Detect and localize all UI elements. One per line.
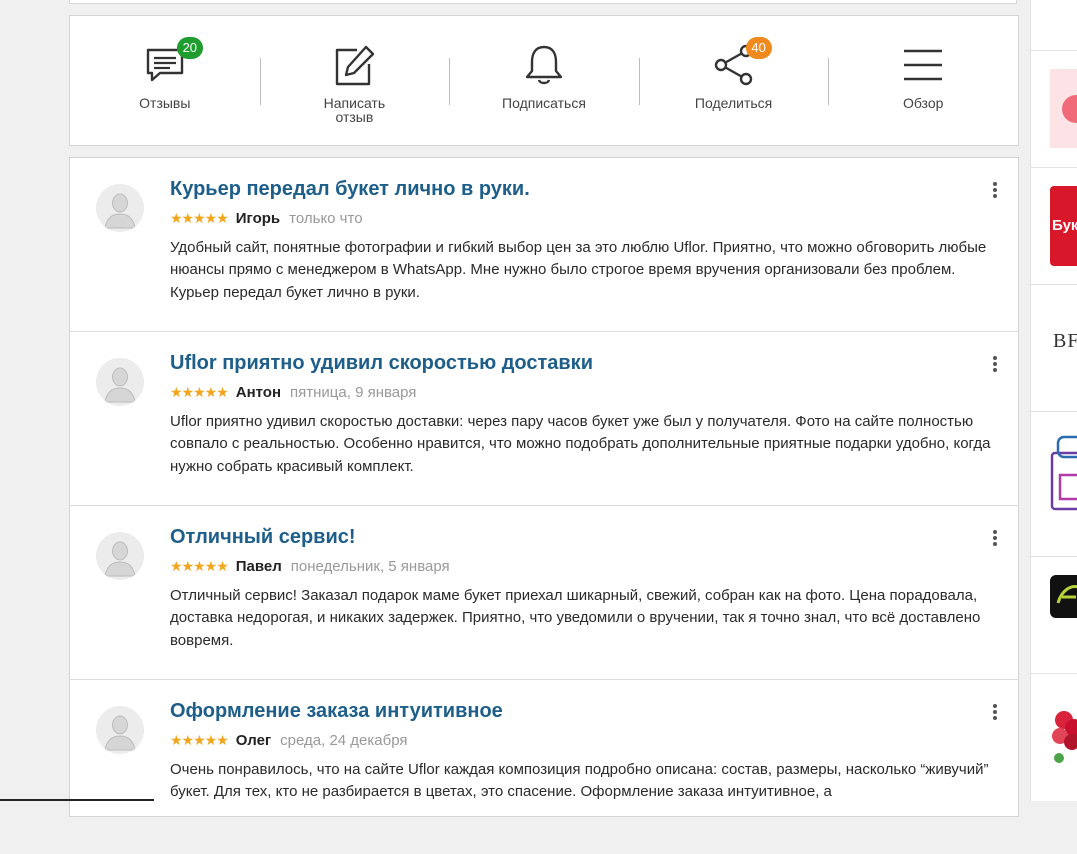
reviews-tab-label: Отзывы [139,95,191,111]
review-author: Павел [235,558,282,575]
sidebar-thumb-4[interactable] [1050,433,1077,513]
sidebar-thumb-6[interactable] [1050,694,1077,769]
overview-label: Обзор [902,95,944,111]
previous-panel-edge [69,0,1017,4]
user-avatar-icon [96,706,144,754]
more-options-icon[interactable] [990,182,1000,200]
review-author: Антон [235,384,282,401]
rating-stars: ★★★★★ [170,384,229,400]
sidebar-divider [1031,167,1077,168]
review-date: пятница, 9 января [290,384,417,401]
review-card: Курьер передал букет лично в руки. ★★★★★… [70,158,1018,332]
review-date: только что [289,210,363,227]
sidebar-divider [1031,50,1077,51]
review-title[interactable]: Курьер передал букет лично в руки. [170,178,530,200]
share-icon: 40 [712,37,772,87]
review-author: Игорь [235,210,281,227]
review-title[interactable]: Оформление заказа интуитивное [170,700,503,722]
review-list: Курьер передал букет лично в руки. ★★★★★… [69,157,1019,817]
review-meta: ★★★★★ Игорь только что [170,209,363,228]
sidebar-divider [1031,556,1077,557]
review-date: среда, 24 декабря [280,732,408,749]
comment-icon: 20 [143,37,203,87]
sidebar-divider [1031,673,1077,674]
more-options-icon[interactable] [990,704,1000,722]
user-avatar-icon [96,532,144,580]
overview-button[interactable]: Обзор [828,16,1018,145]
rating-stars: ★★★★★ [170,558,229,574]
review-toolbar: 20 Отзывы Написать отзыв Подписаться 40 … [69,15,1019,146]
rating-stars: ★★★★★ [170,210,229,226]
review-meta: ★★★★★ Антон пятница, 9 января [170,383,416,402]
review-author: Олег [235,732,272,749]
sidebar-divider [1031,284,1077,285]
review-text: Удобный сайт, понятные фотографии и гибк… [170,239,987,301]
review-meta: ★★★★★ Олег среда, 24 декабря [170,731,408,750]
sidebar-thumb-5[interactable] [1050,575,1077,618]
sidebar-thumb-3[interactable]: BF [1050,318,1077,364]
review-meta: ★★★★★ Павел понедельник, 5 января [170,557,450,576]
write-review-label: Написать отзыв [323,95,386,125]
subscribe-label: Подписаться [502,95,586,111]
review-title[interactable]: Отличный сервис! [170,526,356,548]
reviews-count-badge: 20 [176,37,203,59]
user-avatar-icon [96,358,144,406]
sidebar-thumb-1[interactable] [1050,69,1077,148]
share-button[interactable]: 40 Поделиться [638,16,829,145]
subscribe-button[interactable]: Подписаться [449,16,639,145]
review-text: Uflor приятно удивил скоростью доставки:… [170,413,991,475]
review-text: Очень понравилось, что на сайте Uflor ка… [170,761,989,801]
sidebar-divider [1031,411,1077,412]
sidebar-thumb-2-text: Бук [1052,217,1077,234]
sidebar-thumb-3-text: BF [1053,330,1077,352]
share-label: Поделиться [694,95,773,111]
review-card: Uflor приятно удивил скоростью доставки … [70,332,1018,506]
sidebar-thumb-2[interactable]: Бук [1050,186,1077,266]
review-date: понедельник, 5 января [290,558,450,575]
rating-stars: ★★★★★ [170,732,229,748]
more-options-icon[interactable] [990,356,1000,374]
menu-icon [901,43,945,87]
review-card: Отличный сервис! ★★★★★ Павел понедельник, … [70,506,1018,680]
more-options-icon[interactable] [990,530,1000,548]
share-count-badge: 40 [745,37,772,59]
reviews-tab[interactable]: 20 Отзывы [70,16,260,145]
review-title[interactable]: Uflor приятно удивил скоростью доставки [170,352,593,374]
review-card: Оформление заказа интуитивное ★★★★★ Олег с… [70,680,1018,854]
write-review-button[interactable]: Написать отзыв [259,16,450,145]
review-text: Отличный сервис! Заказал подарок маме бу… [170,587,981,649]
user-avatar-icon [96,184,144,232]
related-sidebar: Бук BF [1030,0,1077,801]
edit-icon [332,43,376,87]
bell-icon [522,43,566,87]
